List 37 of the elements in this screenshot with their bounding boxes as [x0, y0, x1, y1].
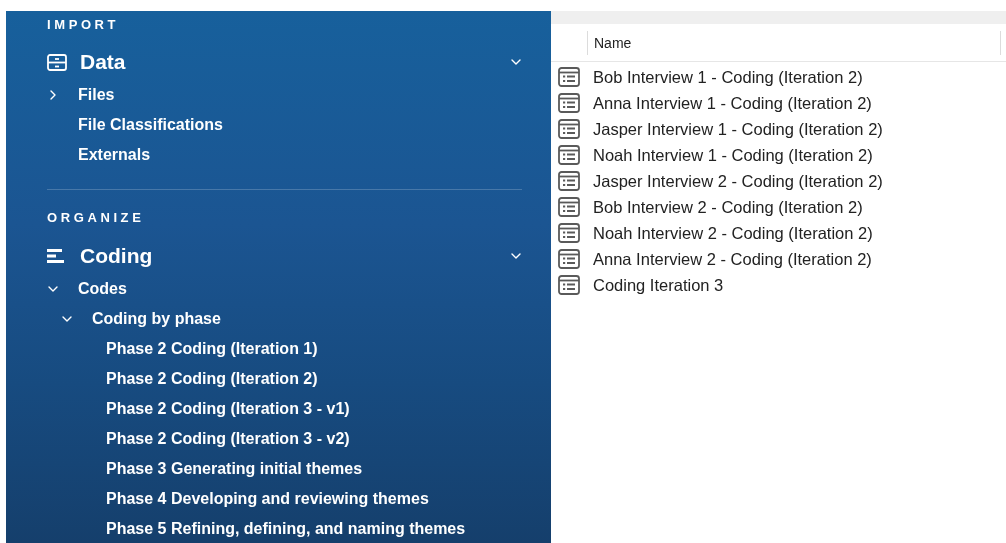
tree-item[interactable]: Phase 2 Coding (Iteration 3 - v2) — [106, 430, 350, 448]
file-name[interactable]: Bob Interview 2 - Coding (Iteration 2) — [593, 197, 863, 217]
tree-item[interactable]: Phase 2 Coding (Iteration 2) — [106, 370, 318, 388]
tree-item[interactable]: Coding by phase — [92, 310, 221, 328]
document-icon — [558, 223, 580, 243]
cabinet-icon — [47, 53, 67, 71]
tree-item[interactable]: Phase 2 Coding (Iteration 3 - v1) — [106, 400, 350, 418]
file-name[interactable]: Jasper Interview 2 - Coding (Iteration 2) — [593, 171, 883, 191]
tree-item[interactable]: Phase 4 Developing and reviewing themes — [106, 490, 429, 508]
file-name[interactable]: Anna Interview 1 - Coding (Iteration 2) — [593, 93, 872, 113]
file-name[interactable]: Bob Interview 1 - Coding (Iteration 2) — [593, 67, 863, 87]
document-icon — [558, 171, 580, 191]
tree-item[interactable]: Codes — [78, 280, 127, 298]
file-name[interactable]: Anna Interview 2 - Coding (Iteration 2) — [593, 249, 872, 269]
document-icon — [558, 197, 580, 217]
group-title[interactable]: Coding — [80, 244, 153, 268]
section-heading: IMPORT — [47, 17, 120, 33]
tree-item[interactable]: Phase 3 Generating initial themes — [106, 460, 363, 478]
document-icon — [558, 145, 580, 165]
tree-item[interactable]: Phase 5 Refining, defining, and naming themes — [106, 520, 466, 538]
document-icon — [558, 67, 580, 87]
tree-item[interactable]: Files — [78, 86, 115, 104]
tree-item[interactable]: Phase 2 Coding (Iteration 1) — [106, 340, 318, 358]
file-name[interactable]: Jasper Interview 1 - Coding (Iteration 2) — [593, 119, 883, 139]
document-icon — [558, 93, 580, 113]
column-header[interactable]: Name — [587, 30, 1001, 55]
tree-item[interactable]: File Classifications — [78, 116, 223, 134]
document-icon — [558, 119, 580, 139]
file-name[interactable]: Noah Interview 2 - Coding (Iteration 2) — [593, 223, 873, 243]
file-name[interactable]: Coding Iteration 3 — [593, 275, 724, 295]
lines-icon — [47, 248, 64, 264]
tree-item[interactable]: Externals — [78, 146, 151, 164]
document-icon — [558, 249, 580, 269]
document-icon — [558, 275, 580, 295]
group-title[interactable]: Data — [80, 50, 126, 74]
section-heading: ORGANIZE — [47, 210, 145, 226]
file-name[interactable]: Noah Interview 1 - Coding (Iteration 2) — [593, 145, 873, 165]
